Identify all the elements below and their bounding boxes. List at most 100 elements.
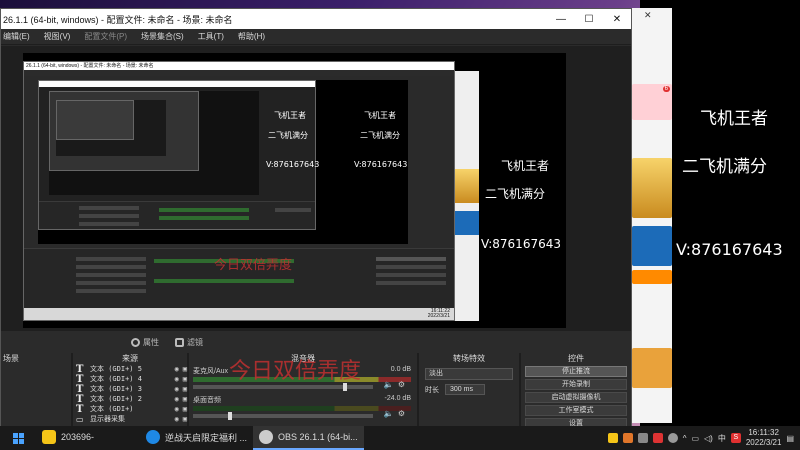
preview-canvas[interactable]: 26.1.1 (64-bit, windows) - 配置文件: 未命名 - 场… <box>23 53 566 328</box>
source-row[interactable]: T 文本 (GDI+) 2 ◉ ▣ <box>73 394 187 405</box>
eye-icon[interactable]: ◉ <box>175 365 179 373</box>
studio-mode-button[interactable]: 工作室模式 <box>525 405 627 416</box>
volume-slider[interactable] <box>193 412 373 420</box>
gear-icon[interactable]: ⚙ <box>398 380 405 389</box>
source-row[interactable]: ▭ 显示器采集 ◉ ▣ <box>73 414 187 424</box>
preview-overlay-line3: V:876167643 <box>481 237 561 251</box>
volume-meter <box>193 406 411 411</box>
properties-button[interactable]: 属性 <box>131 337 159 348</box>
menu-help[interactable]: 帮助(H) <box>238 31 265 42</box>
desktop-black-area <box>672 0 800 430</box>
windows-icon <box>12 432 24 444</box>
eye-icon[interactable]: ◉ <box>175 385 179 393</box>
overlay-line3: V:876167643 <box>676 240 783 259</box>
eye-icon[interactable]: ◉ <box>175 375 179 383</box>
taskbar-item-label: OBS 26.1.1 (64-bi... <box>278 432 358 442</box>
obs-titlebar[interactable]: 26.1.1 (64-bit, windows) - 配置文件: 未命名 - 场… <box>1 9 631 29</box>
lock-icon[interactable]: ▣ <box>183 405 187 413</box>
nested-obs-window-3 <box>49 91 199 171</box>
tray-app-icon[interactable] <box>622 433 633 443</box>
nested-overlay-line3b: V:876167643 <box>354 160 408 169</box>
eye-icon[interactable]: ◉ <box>175 405 179 413</box>
lock-icon[interactable]: ▣ <box>183 385 187 393</box>
mixer-channel-db: -24.0 dB <box>384 395 411 402</box>
properties-bar: 属性 滤镜 <box>1 331 631 353</box>
ime-indicator[interactable]: 中 <box>718 433 726 444</box>
minimize-icon[interactable]: — <box>547 9 575 29</box>
duration-input[interactable]: 300 ms <box>445 384 485 395</box>
chevron-up-icon[interactable]: ^ <box>683 434 687 443</box>
eye-icon[interactable]: ◉ <box>175 415 179 423</box>
window-title: 26.1.1 (64-bit, windows) - 配置文件: 未命名 - 场… <box>3 14 233 25</box>
speaker-icon[interactable]: 🔈 <box>384 409 394 418</box>
app-icon <box>42 430 56 444</box>
nested-menubar <box>24 70 454 76</box>
browser-window-partial[interactable]: ✕ 6 <box>632 8 672 423</box>
start-recording-button[interactable]: 开始录制 <box>525 379 627 390</box>
taskbar-item-label: 203696- <box>61 432 95 442</box>
tray-app-icon[interactable] <box>607 433 618 443</box>
lock-icon[interactable]: ▣ <box>183 375 187 383</box>
start-virtual-camera-button[interactable]: 启动虚拟摄像机 <box>525 392 627 403</box>
preview-area[interactable]: 26.1.1 (64-bit, windows) - 配置文件: 未命名 - 场… <box>1 46 631 331</box>
lock-icon[interactable]: ▣ <box>183 365 187 373</box>
source-row[interactable]: T 文本 (GDI+) 3 ◉ ▣ <box>73 384 187 395</box>
maximize-icon[interactable]: ☐ <box>575 9 603 29</box>
clock[interactable]: 16:11:32 2022/3/21 <box>746 428 782 448</box>
tray-app-icon[interactable] <box>637 433 648 443</box>
volume-icon[interactable]: ◁) <box>704 434 713 443</box>
game-ad-image-4[interactable] <box>632 348 672 388</box>
game-ad-image[interactable] <box>632 158 672 218</box>
scenes-dock[interactable]: 场景 <box>1 353 71 427</box>
game-ad-image-2[interactable] <box>632 226 672 266</box>
nested-docks-2 <box>39 201 315 229</box>
menubar: 编辑(E) 视图(V) 配置文件(P) 场景集合(S) 工具(T) 帮助(H) <box>1 29 631 45</box>
mixer-channel-name: 桌面音频 <box>193 397 221 404</box>
text-icon: T <box>76 403 84 415</box>
menu-edit[interactable]: 编辑(E) <box>3 31 30 42</box>
speaker-icon[interactable]: 🔈 <box>384 380 394 389</box>
gear-icon[interactable]: ⚙ <box>398 409 405 418</box>
preview-overlay-line2: 二飞机满分 <box>485 187 546 201</box>
menu-scene-collection[interactable]: 场景集合(S) <box>141 31 184 42</box>
nested-overlay-line1: 飞机王者 <box>274 111 306 120</box>
nested-preview-3 <box>56 100 166 156</box>
sources-dock[interactable]: 来源 T 文本 (GDI+) 5 ◉ ▣ T 文本 (GDI+) 4 ◉ ▣ T 文本 (GD… <box>73 353 187 427</box>
close-icon[interactable]: ✕ <box>603 9 631 29</box>
nested-obs-window-4 <box>56 100 134 140</box>
sogou-icon[interactable]: S <box>730 433 741 443</box>
transition-select[interactable]: 淡出 <box>425 368 513 380</box>
lock-icon[interactable]: ▣ <box>183 415 187 423</box>
source-row[interactable]: T 文本 (GDI+) ◉ ▣ <box>73 403 187 415</box>
close-icon[interactable]: ✕ <box>644 10 652 21</box>
nested-title-2 <box>39 81 315 87</box>
controls-dock: 控件 停止推流 开始录制 启动虚拟摄像机 工作室模式 设置 <box>521 353 631 429</box>
lock-icon[interactable]: ▣ <box>183 395 187 403</box>
tray-app-icon[interactable] <box>667 433 678 443</box>
eye-icon[interactable]: ◉ <box>175 395 179 403</box>
transitions-dock: 转场特效 淡出 时长 300 ms <box>419 353 519 427</box>
menu-tools[interactable]: 工具(T) <box>198 31 224 42</box>
preview-overlay-line1: 飞机王者 <box>501 159 550 173</box>
browser-ad-banner[interactable]: 6 <box>632 84 672 120</box>
notification-badge: 6 <box>662 86 670 92</box>
volume-slider[interactable] <box>193 383 373 391</box>
overlay-line2: 二飞机满分 <box>682 157 767 177</box>
notification-icon[interactable]: ▤ <box>786 434 794 443</box>
game-ad-banner-3[interactable] <box>632 270 672 284</box>
obs-icon <box>259 430 274 444</box>
taskbar-item-obs[interactable]: OBS 26.1.1 (64-bi... <box>253 426 364 450</box>
network-icon[interactable]: ▭ <box>691 434 699 443</box>
tray-app-icon[interactable] <box>652 433 663 443</box>
filters-button[interactable]: 滤镜 <box>175 337 203 348</box>
menu-profile[interactable]: 配置文件(P) <box>84 31 127 42</box>
start-button[interactable] <box>0 426 36 450</box>
taskbar-item[interactable]: 逆战天启限定福利 ... <box>140 426 253 450</box>
source-row[interactable]: T 文本 (GDI+) 4 ◉ ▣ <box>73 374 187 385</box>
slider-knob[interactable] <box>228 412 233 420</box>
stop-streaming-button[interactable]: 停止推流 <box>525 366 627 377</box>
nested-overlay-line3: V:876167643 <box>266 160 320 169</box>
menu-view[interactable]: 视图(V) <box>44 31 71 42</box>
source-row[interactable]: T 文本 (GDI+) 5 ◉ ▣ <box>73 364 187 375</box>
taskbar-item[interactable]: 203696- <box>36 426 100 450</box>
